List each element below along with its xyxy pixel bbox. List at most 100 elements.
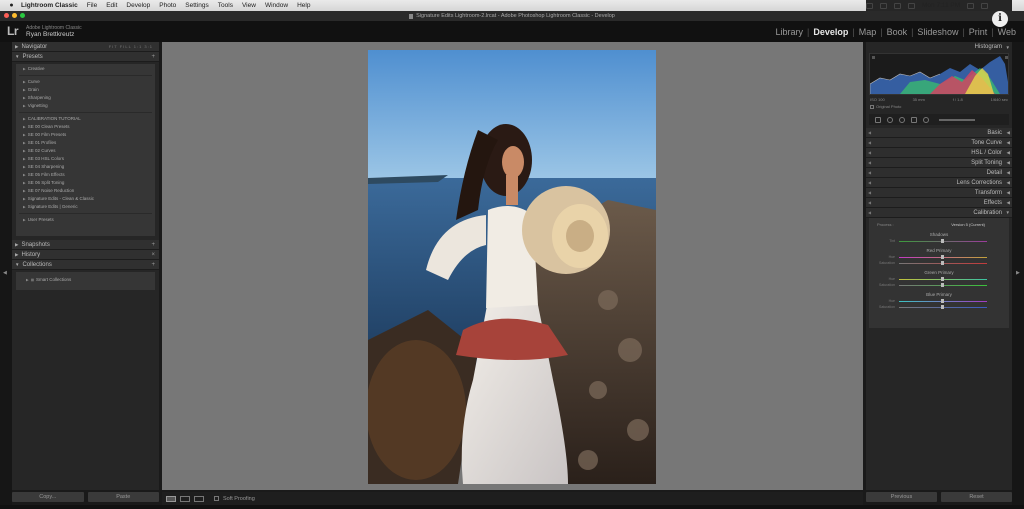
menu-develop[interactable]: Develop [126,2,150,9]
add-collection-icon[interactable]: + [151,262,155,268]
right-panel-toggle-icon[interactable]: ▶ [1016,270,1020,276]
section-basic[interactable]: ◀ Basic ◀ [866,128,1012,138]
navigator-zoom-options[interactable]: FIT FILL 1:1 3:1 [109,44,153,49]
minimize-window-icon[interactable] [12,13,17,18]
menubar-clock[interactable]: Mon 7:11 PM [922,2,960,9]
slider-track[interactable] [899,304,987,309]
slider-knob[interactable] [941,298,944,303]
histogram-graph[interactable] [869,53,1009,95]
preset-folder[interactable]: ▶ Sharpening [19,94,152,102]
module-print[interactable]: Print [965,27,992,37]
preset-folder[interactable]: ▶ Signature Edits - Clean & Classic [19,195,152,203]
add-snapshot-icon[interactable]: + [151,242,155,248]
slider-knob[interactable] [941,304,944,309]
section-detail[interactable]: ◀ Detail ◀ [866,168,1012,178]
menu-file[interactable]: File [87,2,97,9]
section-split-toning[interactable]: ◀ Split Toning ◀ [866,158,1012,168]
slider-knob[interactable] [941,254,944,259]
preset-folder[interactable]: ▶ SE 02 Curves [19,147,152,155]
slider-knob[interactable] [941,276,944,281]
collection-set[interactable]: ▶ ▦ Smart Collections [16,276,155,284]
section-calibration[interactable]: ◀ Calibration ▼ [866,208,1012,218]
radial-filter-icon[interactable] [923,116,929,123]
preset-folder[interactable]: ▶ SE 00 Clean Presets [19,123,152,131]
section-transform[interactable]: ◀ Transform ◀ [866,188,1012,198]
slider-knob[interactable] [941,238,944,243]
slider-track[interactable] [899,238,987,243]
process-version-value[interactable]: Version 5 (Current) [951,222,985,227]
soft-proofing-checkbox[interactable] [214,496,219,501]
crop-tool-icon[interactable] [875,116,881,123]
before-after-swap-icon[interactable] [194,495,204,502]
apple-menu-icon[interactable]: ● [8,2,15,9]
section-tone-curve[interactable]: ◀ Tone Curve ◀ [866,138,1012,148]
menu-help[interactable]: Help [297,2,310,9]
before-after-view-icon[interactable] [180,495,190,502]
module-map[interactable]: Map [855,27,881,37]
preset-folder[interactable]: ▶ CALIBRATION TUTORIAL [19,115,152,123]
navigator-header[interactable]: ▶ Navigator FIT FILL 1:1 3:1 [12,42,159,52]
preset-folder[interactable]: ▶ Curve [19,78,152,86]
add-preset-icon[interactable]: + [151,54,155,60]
menu-settings[interactable]: Settings [185,2,209,9]
slider-track[interactable] [899,260,987,265]
spotlight-icon[interactable] [967,2,975,9]
section-effects[interactable]: ◀ Effects ◀ [866,198,1012,208]
shadows-tint-slider[interactable]: Tint [869,238,1009,244]
menu-view[interactable]: View [242,2,256,9]
volume-icon[interactable] [894,2,901,9]
slider-track[interactable] [899,282,987,287]
preset-folder[interactable]: ▶ SE 04 Sharpening [19,163,152,171]
original-photo-checkbox[interactable] [870,104,874,109]
preset-folder[interactable]: ▶ SE 07 Noise Reduction [19,187,152,195]
snapshots-header[interactable]: ▶ Snapshots + [12,240,159,250]
original-photo-toggle[interactable]: Original Photo [866,103,1012,111]
slider-track[interactable] [899,298,987,303]
close-window-icon[interactable] [4,13,9,18]
module-develop[interactable]: Develop [809,27,852,37]
notification-center-icon[interactable] [981,2,989,9]
section-lens-corrections[interactable]: ◀ Lens Corrections ◀ [866,178,1012,188]
left-panel-toggle-icon[interactable]: ◀ [3,270,7,276]
spot-removal-tool-icon[interactable] [887,116,893,123]
copy-settings-button[interactable]: Copy... [12,492,84,502]
clear-history-icon[interactable]: × [151,252,155,258]
slider-knob[interactable] [941,260,944,265]
preset-folder[interactable]: ▶ SE 01 Profiles [19,139,152,147]
wifi-icon[interactable] [880,2,887,9]
slider-knob[interactable] [941,282,944,287]
blue-saturation-slider[interactable]: Saturation [869,304,1009,310]
menu-edit[interactable]: Edit [106,2,117,9]
menu-tools[interactable]: Tools [218,2,233,9]
reset-button[interactable]: Reset [941,492,1012,502]
collections-header[interactable]: ▼ Collections + [12,260,159,270]
menu-photo[interactable]: Photo [159,2,176,9]
module-slideshow[interactable]: Slideshow [913,27,962,37]
presets-header[interactable]: ▼ Presets + [12,52,159,62]
display-icon[interactable] [866,2,873,9]
graduated-filter-icon[interactable] [911,116,917,123]
process-version-row[interactable]: Process : Version 5 (Current) [869,220,1009,228]
slider-track[interactable] [899,254,987,259]
green-saturation-slider[interactable]: Saturation [869,282,1009,288]
history-header[interactable]: ▶ History × [12,250,159,260]
previous-button[interactable]: Previous [866,492,937,502]
section-hsl-color[interactable]: ◀ HSL / Color ◀ [866,148,1012,158]
photo-preview[interactable] [368,50,656,484]
menu-window[interactable]: Window [265,2,288,9]
preset-folder[interactable]: ▶ Creative [19,65,152,73]
preset-folder[interactable]: ▶ SE 06 Split Toning [19,179,152,187]
paste-settings-button[interactable]: Paste [87,492,159,502]
zoom-window-icon[interactable] [20,13,25,18]
battery-icon[interactable] [908,2,915,9]
menu-app[interactable]: Lightroom Classic [21,2,78,9]
module-web[interactable]: Web [994,27,1020,37]
loupe-view-icon[interactable] [166,495,176,502]
preset-folder[interactable]: ▶ Signature Edits | Generic [19,203,152,211]
preset-folder[interactable]: ▶ Vignetting [19,102,152,110]
preset-folder[interactable]: ▶ Grain [19,86,152,94]
red-eye-tool-icon[interactable] [899,116,905,123]
histogram-header[interactable]: Histogram ▼ [866,42,1012,52]
preset-folder[interactable]: ▶ SE 03 HSL Colors [19,155,152,163]
info-icon[interactable]: i [992,11,1008,27]
